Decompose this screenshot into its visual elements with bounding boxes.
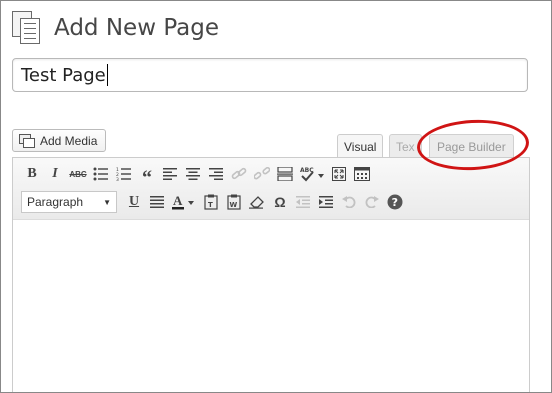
add-media-button[interactable]: Add Media	[12, 129, 107, 152]
fullscreen-icon[interactable]	[328, 163, 350, 185]
paste-text-icon[interactable]: T	[200, 191, 222, 213]
unlink-icon[interactable]	[251, 163, 273, 185]
link-icon[interactable]	[228, 163, 250, 185]
svg-text:?: ?	[392, 196, 398, 209]
toolbar-row-1: B I ABC 123 “ ABC	[21, 162, 374, 188]
media-icon	[19, 133, 35, 148]
page-title: Add New Page	[54, 15, 219, 41]
special-character-icon[interactable]: Ω	[269, 191, 291, 213]
add-media-label: Add Media	[40, 133, 98, 148]
kitchen-sink-icon[interactable]	[351, 163, 373, 185]
align-center-icon[interactable]	[182, 163, 204, 185]
bullet-list-icon[interactable]	[90, 163, 112, 185]
underline-button[interactable]: U	[123, 191, 145, 213]
numbered-list-icon[interactable]: 123	[113, 163, 135, 185]
read-more-icon[interactable]	[274, 163, 296, 185]
svg-text:W: W	[230, 201, 238, 209]
align-left-icon[interactable]	[159, 163, 181, 185]
tab-visual-label: Visual	[344, 139, 377, 154]
editor-area[interactable]: B I ABC 123 “ ABC Paragraph ▼ U A T W Ω …	[12, 157, 530, 393]
post-title-value: Test Page	[21, 64, 106, 86]
bold-button[interactable]: B	[21, 163, 43, 185]
svg-text:3: 3	[116, 177, 119, 181]
help-icon[interactable]: ?	[384, 191, 406, 213]
blockquote-icon[interactable]: “	[136, 163, 158, 188]
justify-icon[interactable]	[146, 191, 168, 213]
page-header: Add New Page	[12, 10, 219, 46]
chevron-down-icon: ▼	[103, 197, 111, 207]
italic-button[interactable]: I	[44, 163, 66, 185]
outdent-icon[interactable]	[292, 191, 314, 213]
strikethrough-button[interactable]: ABC	[67, 163, 89, 185]
indent-icon[interactable]	[315, 191, 337, 213]
align-right-icon[interactable]	[205, 163, 227, 185]
redo-icon[interactable]	[361, 191, 383, 213]
eraser-icon[interactable]	[246, 191, 268, 213]
format-select[interactable]: Paragraph ▼	[21, 191, 117, 213]
svg-text:A: A	[173, 194, 183, 208]
tab-text-label: Tex	[396, 139, 415, 154]
pages-icon	[12, 11, 42, 45]
svg-text:T: T	[208, 201, 213, 209]
toolbar-row-2: Paragraph ▼ U A T W Ω ?	[21, 190, 407, 214]
text-caret	[106, 64, 108, 86]
format-select-value: Paragraph	[27, 195, 84, 209]
tab-visual[interactable]: Visual	[337, 134, 384, 158]
post-title-input[interactable]: Test Page	[12, 58, 528, 92]
spellcheck-icon[interactable]: ABC	[297, 163, 327, 185]
undo-icon[interactable]	[338, 191, 360, 213]
text-color-button[interactable]: A	[169, 191, 199, 213]
paste-word-icon[interactable]: W	[223, 191, 245, 213]
